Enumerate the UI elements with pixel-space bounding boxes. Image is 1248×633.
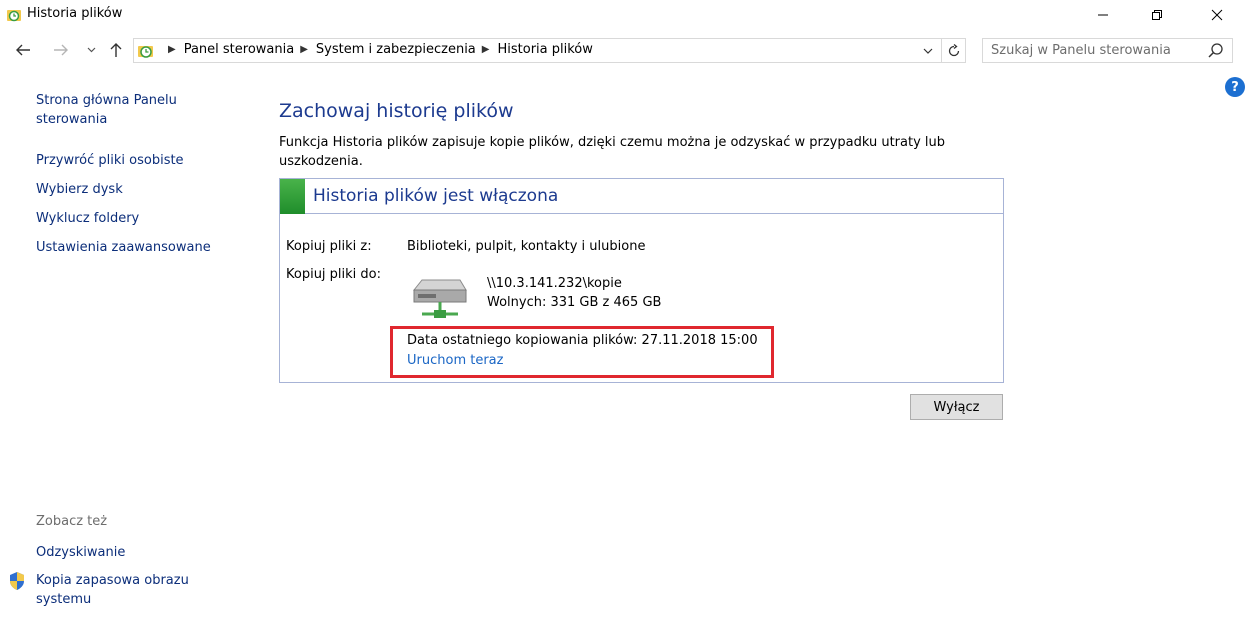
- search-input[interactable]: [983, 39, 1203, 62]
- chevron-right-icon[interactable]: ▶: [300, 44, 308, 55]
- chevron-right-icon: ▶: [168, 44, 176, 55]
- chevron-right-icon[interactable]: ▶: [482, 44, 490, 55]
- sidebar-link-exclude-folders[interactable]: Wyklucz foldery: [36, 209, 139, 228]
- chevron-down-icon: [87, 47, 95, 53]
- sidebar-link-restore-files[interactable]: Przywróć pliki osobiste: [36, 151, 184, 170]
- title-bar: Historia plików: [0, 0, 1248, 30]
- help-icon[interactable]: ?: [1225, 77, 1245, 97]
- window-title: Historia plików: [27, 6, 123, 21]
- copy-from-label: Kopiuj pliki z:: [286, 239, 372, 254]
- back-button[interactable]: [12, 40, 34, 60]
- page-title: Zachowaj historię plików: [279, 100, 514, 122]
- highlight-box: [390, 326, 774, 378]
- sidebar-link-advanced-settings[interactable]: Ustawienia zaawansowane: [36, 238, 211, 257]
- file-history-icon: [7, 10, 21, 22]
- search-icon[interactable]: [1207, 42, 1225, 60]
- sidebar-link-select-drive[interactable]: Wybierz dysk: [36, 180, 123, 199]
- status-panel-header: Historia plików jest włączona: [280, 179, 1003, 214]
- breadcrumb-item-system-i-zabezpieczenia[interactable]: System i zabezpieczenia: [316, 42, 476, 57]
- close-icon: [1211, 9, 1223, 21]
- status-indicator: [280, 179, 305, 214]
- address-bar[interactable]: ▶ Panel sterowania ▶ System i zabezpiecz…: [133, 38, 966, 63]
- refresh-icon: [948, 43, 959, 56]
- network-drive-icon: [412, 279, 467, 318]
- sidebar-link-system-image-backup[interactable]: Kopia zapasowa obrazu systemu: [36, 571, 216, 609]
- restore-button[interactable]: [1134, 0, 1180, 30]
- forward-button[interactable]: [50, 40, 72, 60]
- sidebar-link-home[interactable]: Strona główna Panelu sterowania: [36, 91, 216, 129]
- drive-path: \\10.3.141.232\kopie: [487, 276, 622, 291]
- status-title: Historia plików jest włączona: [313, 186, 559, 206]
- arrow-up-icon: [110, 43, 122, 57]
- minimize-button[interactable]: [1080, 0, 1126, 30]
- file-history-icon: [138, 46, 153, 58]
- drive-free-space: Wolnych: 331 GB z 465 GB: [487, 295, 662, 310]
- chevron-down-icon: [923, 48, 933, 54]
- breadcrumb-item-historia-plikow[interactable]: Historia plików: [497, 42, 592, 57]
- minimize-icon: [1098, 14, 1108, 16]
- restore-icon: [1152, 10, 1162, 20]
- search-box[interactable]: [982, 38, 1233, 63]
- sidebar-link-recovery[interactable]: Odzyskiwanie: [36, 543, 125, 562]
- breadcrumb-item-panel-sterowania[interactable]: Panel sterowania: [184, 42, 295, 57]
- disable-button[interactable]: Wyłącz: [910, 394, 1003, 420]
- address-dropdown-button[interactable]: [917, 39, 939, 62]
- copy-from-value: Biblioteki, pulpit, kontakty i ulubione: [407, 239, 646, 254]
- refresh-button[interactable]: [941, 39, 965, 62]
- up-button[interactable]: [106, 40, 126, 60]
- breadcrumb: ▶ Panel sterowania ▶ System i zabezpiecz…: [162, 42, 593, 57]
- page-description: Funkcja Historia plików zapisuje kopie p…: [279, 135, 946, 169]
- arrow-left-icon: [16, 44, 30, 56]
- copy-to-label: Kopiuj pliki do:: [286, 267, 382, 282]
- uac-shield-icon: [10, 572, 24, 590]
- recent-locations-button[interactable]: [84, 40, 98, 60]
- see-also-heading: Zobacz też: [36, 514, 108, 529]
- arrow-right-icon: [54, 44, 68, 56]
- close-button[interactable]: [1194, 0, 1240, 30]
